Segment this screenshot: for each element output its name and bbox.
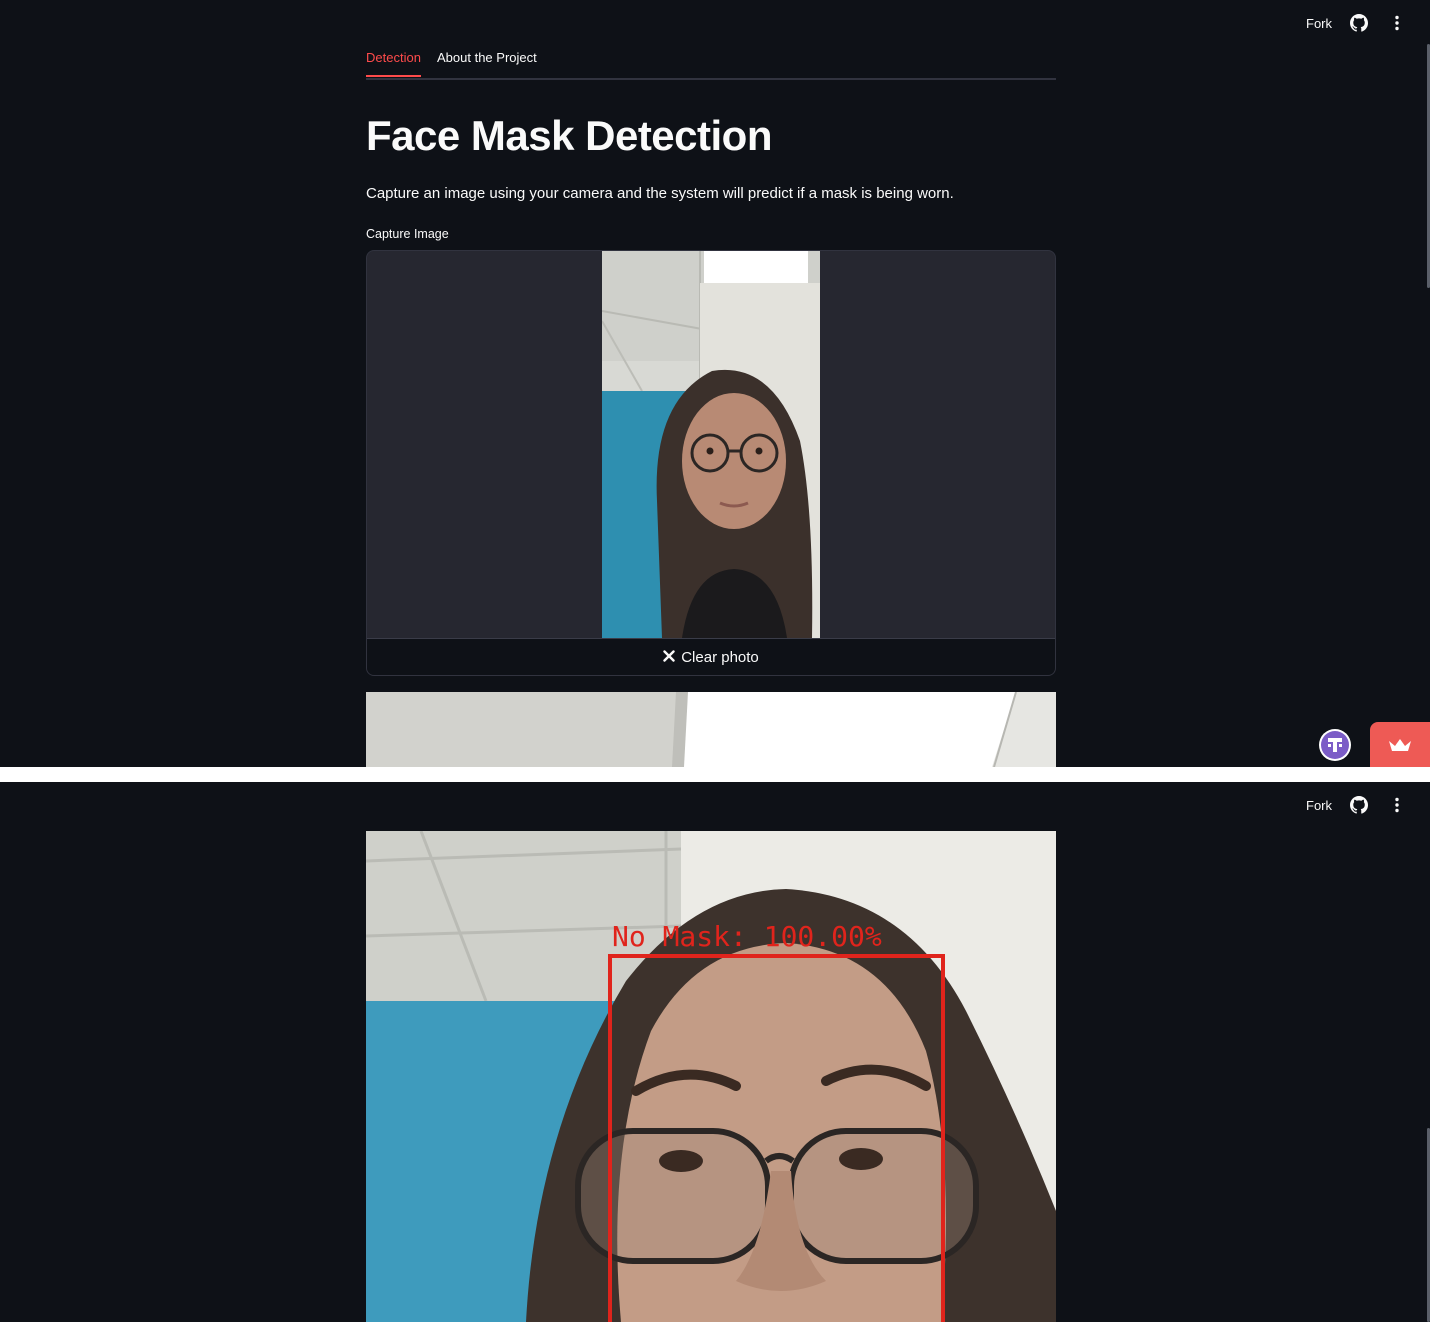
tab-about-the-project[interactable]: About the Project xyxy=(437,50,537,75)
fork-button[interactable]: Fork xyxy=(1306,798,1332,813)
more-vertical-icon[interactable] xyxy=(1386,12,1408,34)
fork-button[interactable]: Fork xyxy=(1306,16,1332,31)
screenshot-top: Fork Detection About the Project Face Ma… xyxy=(0,0,1430,767)
captured-photo xyxy=(601,251,820,638)
clear-photo-label: Clear photo xyxy=(681,649,759,666)
close-icon xyxy=(663,649,675,666)
app-header-toolbar: Fork xyxy=(1306,12,1408,34)
result-image-preview xyxy=(366,691,1056,767)
page-title: Face Mask Detection xyxy=(366,112,773,159)
screenshot-bottom: Fork No Mask: 100.00% xyxy=(0,782,1430,1322)
detection-result-image: No Mask: 100.00% xyxy=(365,830,1056,1322)
clear-photo-button[interactable]: Clear photo xyxy=(367,638,1055,675)
camera-input: Clear photo xyxy=(366,250,1056,676)
tab-bar: Detection About the Project xyxy=(366,46,1056,80)
user-avatar-icon[interactable] xyxy=(1319,729,1351,761)
app-header-toolbar: Fork xyxy=(1306,794,1408,816)
tab-detection[interactable]: Detection xyxy=(366,50,421,77)
intro-text: Capture an image using your camera and t… xyxy=(366,185,954,202)
crown-icon[interactable] xyxy=(1370,722,1430,767)
prediction-label: No Mask: 100.00% xyxy=(612,920,882,953)
github-icon[interactable] xyxy=(1348,12,1370,34)
more-vertical-icon[interactable] xyxy=(1386,794,1408,816)
camera-input-label: Capture Image xyxy=(366,227,449,241)
github-icon[interactable] xyxy=(1348,794,1370,816)
